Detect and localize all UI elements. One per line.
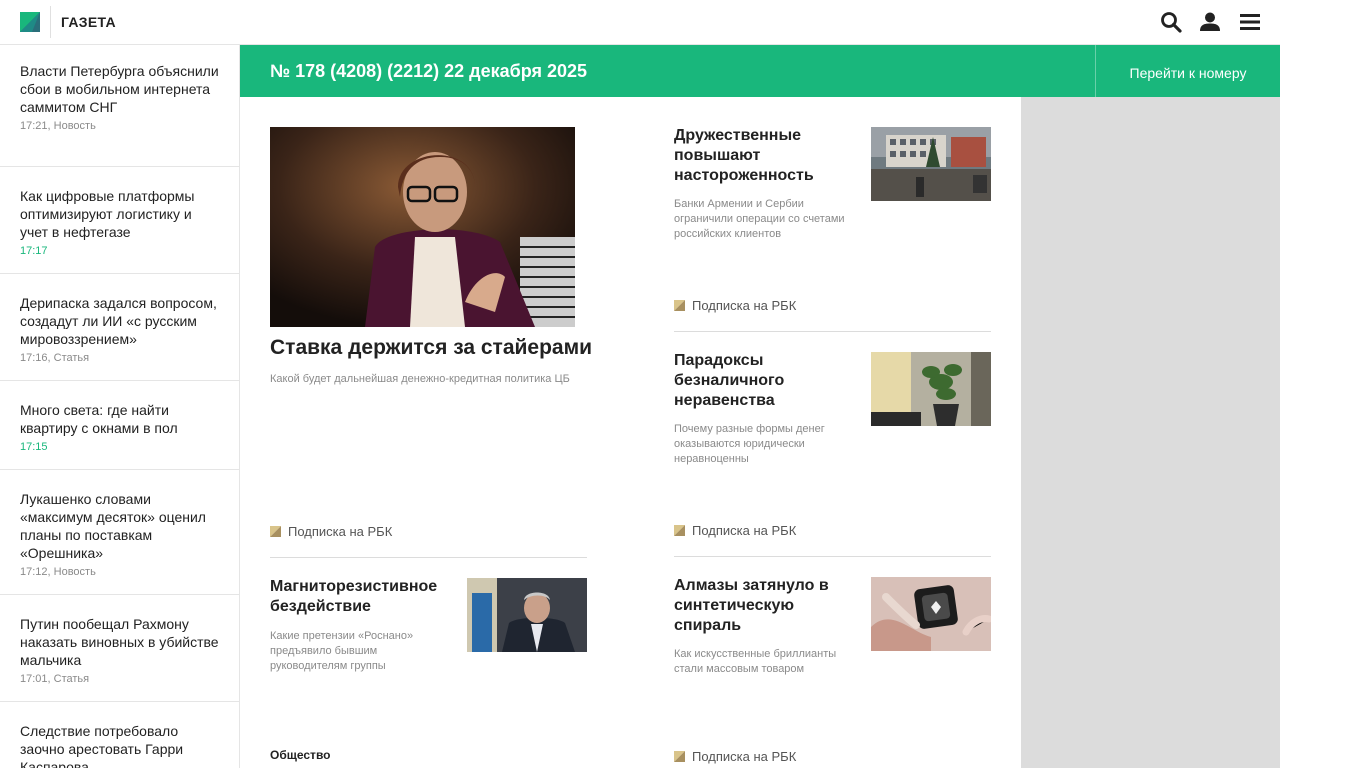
- subscription-icon: [270, 526, 281, 537]
- subscription-label: Подписка на РБК: [692, 298, 797, 313]
- article-subtitle: Почему разные формы денег оказываются юр…: [674, 423, 825, 465]
- article-title[interactable]: Парадоксы безналичного неравенства: [674, 351, 854, 411]
- news-meta: 17:17: [20, 245, 48, 257]
- lead-article-subtitle: Какой будет дальнейшая денежно-кредитная…: [270, 373, 570, 385]
- news-title[interactable]: Лукашенко словами «максимум десяток» оце…: [20, 490, 219, 562]
- news-title[interactable]: Власти Петербурга объяснили сбои в мобил…: [20, 62, 219, 116]
- article-image[interactable]: [871, 352, 991, 426]
- news-meta: 17:12, Новость: [20, 566, 96, 578]
- news-item[interactable]: Путин пообещал Рахмону наказать виновных…: [0, 595, 239, 702]
- menu-icon[interactable]: [1239, 11, 1261, 33]
- subscription-icon: [674, 300, 685, 311]
- subscription-label: Подписка на РБК: [288, 524, 393, 539]
- section-label[interactable]: Общество: [270, 748, 331, 762]
- page-margin: [1280, 0, 1366, 768]
- news-item[interactable]: Как цифровые платформы оптимизируют логи…: [0, 167, 239, 274]
- news-item[interactable]: Следствие потребовало заочно арестовать …: [0, 702, 239, 768]
- subscription-icon: [674, 525, 685, 536]
- news-item[interactable]: Власти Петербурга объяснили сбои в мобил…: [0, 45, 239, 167]
- article-subtitle: Какие претензии «Роснано» предъявило быв…: [270, 630, 414, 672]
- search-icon[interactable]: [1160, 11, 1182, 33]
- news-meta: 17:16, Статья: [20, 352, 90, 364]
- issue-content: Ставка держится за стайерами Какой будет…: [240, 97, 1021, 768]
- news-title[interactable]: Следствие потребовало заочно арестовать …: [20, 722, 219, 768]
- news-title[interactable]: Дерипаска задался вопросом, создадут ли …: [20, 294, 219, 348]
- article-subtitle: Как искусственные бриллианты стали массо…: [674, 648, 837, 675]
- news-title[interactable]: Много света: где найти квартиру с окнами…: [20, 401, 219, 437]
- go-to-issue-link[interactable]: Перейти к номеру: [1096, 45, 1280, 97]
- top-bar: ГАЗЕТА: [0, 0, 1280, 45]
- subscription-label: Подписка на РБК: [692, 523, 797, 538]
- subscription-link[interactable]: Подписка на РБК: [674, 298, 796, 313]
- article-title[interactable]: Алмазы затянуло в синтетическую спираль: [674, 576, 854, 636]
- issue-bar: № 178 (4208) (2212) 22 декабря 2025 Пере…: [240, 45, 1280, 97]
- article-title[interactable]: Магниторезистивное бездействие: [270, 577, 450, 617]
- news-item[interactable]: Много света: где найти квартиру с окнами…: [0, 381, 239, 470]
- divider: [270, 557, 587, 558]
- news-title[interactable]: Путин пообещал Рахмону наказать виновных…: [20, 615, 219, 669]
- subscription-label: Подписка на РБК: [692, 749, 797, 764]
- subscription-link[interactable]: Подписка на РБК: [674, 749, 796, 764]
- article-subtitle: Банки Армении и Сербии ограничили операц…: [674, 198, 845, 240]
- news-item[interactable]: Дерипаска задался вопросом, создадут ли …: [0, 274, 239, 381]
- subscription-link[interactable]: Подписка на РБК: [270, 524, 392, 539]
- news-title[interactable]: Как цифровые платформы оптимизируют логи…: [20, 187, 219, 241]
- user-icon[interactable]: [1199, 11, 1221, 33]
- news-meta: 17:15: [20, 441, 48, 453]
- logo-divider: [50, 6, 51, 38]
- logo-text[interactable]: ГАЗЕТА: [61, 14, 116, 30]
- divider: [674, 556, 991, 557]
- news-feed-sidebar: Власти Петербурга объяснили сбои в мобил…: [0, 45, 240, 768]
- news-meta: 17:01, Статья: [20, 673, 90, 685]
- grey-side-panel: [1021, 97, 1280, 768]
- article-title[interactable]: Дружественные повышают настороженность: [674, 126, 854, 186]
- article-image[interactable]: [871, 127, 991, 201]
- news-item[interactable]: Лукашенко словами «максимум десяток» оце…: [0, 470, 239, 595]
- article-image[interactable]: [871, 577, 991, 651]
- article-image[interactable]: [467, 578, 587, 652]
- lead-article-title[interactable]: Ставка держится за стайерами: [270, 335, 600, 361]
- news-meta: 17:21, Новость: [20, 120, 96, 132]
- divider: [674, 331, 991, 332]
- subscription-icon: [674, 751, 685, 762]
- logo-icon[interactable]: [20, 12, 40, 32]
- issue-title: № 178 (4208) (2212) 22 декабря 2025: [270, 61, 588, 81]
- lead-article-image[interactable]: [270, 127, 575, 327]
- subscription-link[interactable]: Подписка на РБК: [674, 523, 796, 538]
